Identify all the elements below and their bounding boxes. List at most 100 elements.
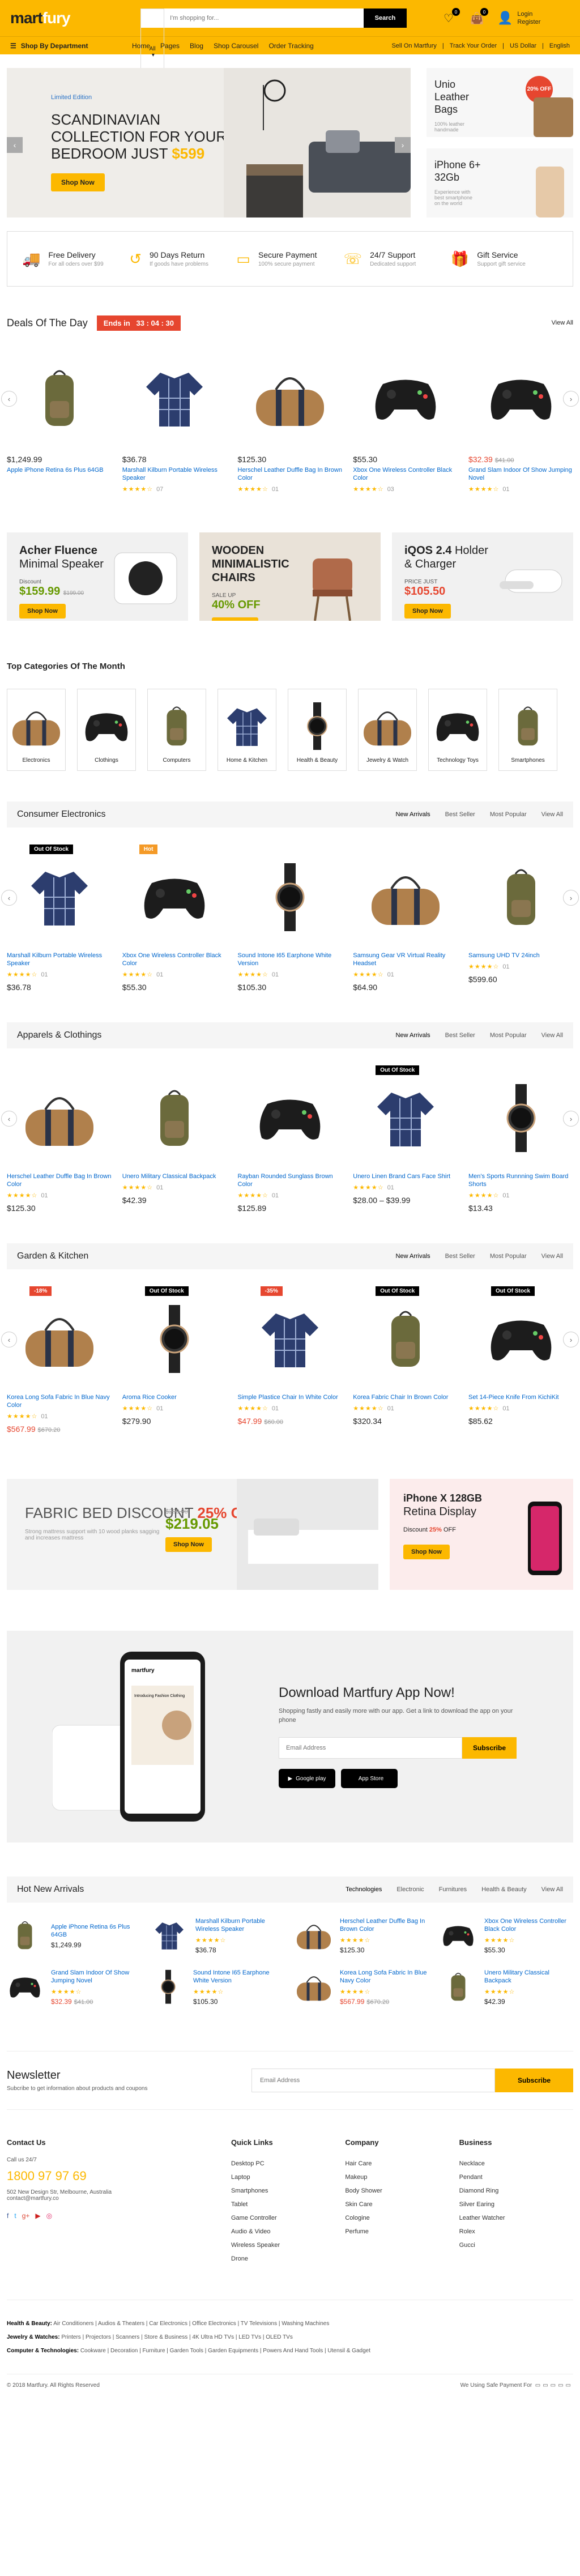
category-card[interactable]: Clothings: [77, 689, 136, 771]
product-thumbnail[interactable]: [296, 1969, 332, 2006]
footer-link[interactable]: Smartphones: [231, 2184, 345, 2198]
product-name[interactable]: Herschel Leather Duffle Bag In Brown Col…: [340, 1917, 429, 1933]
instagram-icon[interactable]: ◎: [46, 2212, 52, 2220]
product-card[interactable]: Hot Xbox One Wireless Controller Black Co…: [122, 845, 227, 992]
side-banner-iphone[interactable]: iPhone 6+ 32Gb Experience with best smar…: [427, 148, 573, 217]
product-name[interactable]: Grand Slam Indoor Of Show Jumping Novel: [468, 466, 573, 482]
product-card[interactable]: Herschel Leather Duffle Bag In Brown Col…: [7, 1065, 112, 1213]
footer-email[interactable]: contact@martfury.co: [7, 2195, 231, 2202]
category-card[interactable]: Computers: [147, 689, 206, 771]
facebook-icon[interactable]: f: [7, 2212, 8, 2220]
product-image[interactable]: [468, 346, 573, 450]
product-name[interactable]: Sound Intone I65 Earphone White Version: [193, 1969, 284, 1985]
carousel-prev-button[interactable]: ‹: [1, 1332, 17, 1347]
carousel-prev-button[interactable]: ‹: [1, 890, 17, 906]
nav-right-link[interactable]: Track Your Order: [450, 42, 497, 49]
register-link[interactable]: Register: [517, 18, 540, 26]
section-tab[interactable]: View All: [541, 1253, 563, 1260]
download-subscribe-button[interactable]: Subscribe: [462, 1737, 517, 1759]
carousel-next-button[interactable]: ›: [563, 391, 579, 407]
shop-by-department[interactable]: ☰ Shop By Department: [10, 42, 132, 50]
section-tab[interactable]: New Arrivals: [396, 1032, 430, 1039]
product-card[interactable]: $55.30 Xbox One Wireless Controller Black…: [353, 346, 458, 493]
footer-link[interactable]: Audio & Video: [231, 2225, 345, 2238]
deals-view-all[interactable]: View All: [552, 319, 573, 326]
nav-link[interactable]: Order Tracking: [268, 42, 313, 50]
product-card[interactable]: Unero Military Classical Backpack ★★★★☆ 01…: [122, 1065, 227, 1213]
bag-icon[interactable]: 👜 0: [469, 8, 488, 26]
product-name[interactable]: Aroma Rice Cooker: [122, 1393, 227, 1401]
product-image[interactable]: [238, 1065, 343, 1170]
promo-banner[interactable]: Acher Fluence Minimal Speaker Discount $15…: [7, 532, 188, 621]
product-thumbnail[interactable]: [151, 1969, 185, 2006]
nav-link[interactable]: Home: [132, 42, 150, 50]
product-name[interactable]: Unero Military Classical Backpack: [122, 1172, 227, 1180]
product-name[interactable]: Men's Sports Runnning Swim Board Shorts: [468, 1172, 573, 1188]
logo[interactable]: martfury: [10, 9, 140, 27]
product-name[interactable]: Xbox One Wireless Controller Black Color: [122, 952, 227, 967]
promo-banner[interactable]: WOODEN MINIMALISTIC CHAIRS SALE UP 40% OFF…: [199, 532, 381, 621]
search-input[interactable]: [164, 8, 364, 28]
section-tab[interactable]: Most Popular: [490, 811, 527, 818]
carousel-prev-button[interactable]: ‹: [1, 1111, 17, 1127]
section-tab[interactable]: View All: [541, 811, 563, 818]
product-name[interactable]: Simple Plastice Chair In White Color: [238, 1393, 343, 1401]
product-thumbnail[interactable]: [440, 1969, 476, 2006]
footer-link[interactable]: Diamond Ring: [459, 2184, 573, 2198]
app-store-button[interactable]: App Store: [341, 1769, 398, 1788]
product-name[interactable]: Marshall Kilburn Portable Wireless Speak…: [195, 1917, 284, 1933]
product-name[interactable]: Herschel Leather Duffle Bag In Brown Col…: [7, 1172, 112, 1188]
section-tab[interactable]: Most Popular: [490, 1032, 527, 1039]
product-thumbnail[interactable]: [7, 1918, 43, 1954]
product-card[interactable]: Out Of Stock Korea Fabric Chair In Brown …: [353, 1286, 458, 1434]
footer-link[interactable]: Makeup: [345, 2170, 459, 2184]
side-banner-bags[interactable]: Unio Leather Bags 100% leather handmade …: [427, 68, 573, 137]
product-image[interactable]: Out Of Stock: [7, 845, 112, 949]
footer-link[interactable]: Game Controller: [231, 2211, 345, 2225]
carousel-prev-button[interactable]: ‹: [1, 391, 17, 407]
product-image[interactable]: [122, 1065, 227, 1170]
section-tab[interactable]: Best Seller: [445, 811, 475, 818]
product-name[interactable]: Marshall Kilburn Portable Wireless Speak…: [122, 466, 227, 482]
footer-link[interactable]: Skin Care: [345, 2198, 459, 2211]
footer-link[interactable]: Rolex: [459, 2225, 573, 2238]
hot-product[interactable]: Apple iPhone Retina 6s Plus 64GB $1,249.9…: [7, 1917, 140, 1954]
heart-icon[interactable]: ♡ 0: [441, 8, 460, 26]
hero-shop-button[interactable]: Shop Now: [51, 173, 105, 191]
product-image[interactable]: -18%: [7, 1286, 112, 1391]
product-image[interactable]: -35%: [238, 1286, 343, 1391]
section-tab[interactable]: Best Seller: [445, 1253, 475, 1260]
footer-link[interactable]: Gucci: [459, 2238, 573, 2252]
iphone-x-banner[interactable]: iPhone X 128GB Retina Display Discount 2…: [390, 1479, 573, 1590]
product-name[interactable]: Samsung UHD TV 24inch: [468, 952, 573, 959]
product-thumbnail[interactable]: [7, 1969, 43, 2006]
hot-tab[interactable]: Furnitures: [439, 1886, 467, 1893]
slider-next-button[interactable]: ›: [395, 137, 411, 153]
download-email-input[interactable]: [279, 1737, 462, 1759]
category-card[interactable]: Health & Beauty: [288, 689, 347, 771]
hot-tab[interactable]: Electronic: [396, 1886, 424, 1893]
product-image[interactable]: [7, 1065, 112, 1170]
carousel-next-button[interactable]: ›: [563, 1111, 579, 1127]
product-card[interactable]: Out Of Stock Set 14-Piece Knife From Kich…: [468, 1286, 573, 1434]
product-image[interactable]: Out Of Stock: [122, 1286, 227, 1391]
product-thumbnail[interactable]: [296, 1918, 332, 1954]
product-name[interactable]: Set 14-Piece Knife From KichiKit: [468, 1393, 573, 1401]
promo-shop-button[interactable]: Shop Now: [404, 604, 451, 619]
hot-product[interactable]: Herschel Leather Duffle Bag In Brown Col…: [296, 1917, 429, 1954]
product-card[interactable]: Out Of Stock Unero Linen Brand Cars Face …: [353, 1065, 458, 1213]
login-link[interactable]: Login: [517, 10, 540, 18]
carousel-next-button[interactable]: ›: [563, 1332, 579, 1347]
product-name[interactable]: Herschel Leather Duffle Bag In Brown Col…: [238, 466, 343, 482]
promo-banner[interactable]: iQOS 2.4 Holder & Charger PRICE JUST $105.…: [392, 532, 573, 621]
hot-tab[interactable]: Health & Beauty: [481, 1886, 527, 1893]
product-card[interactable]: Men's Sports Runnning Swim Board Shorts ★…: [468, 1065, 573, 1213]
footer-link[interactable]: Hair Care: [345, 2157, 459, 2170]
category-card[interactable]: Technology Toys: [428, 689, 487, 771]
footer-link[interactable]: Laptop: [231, 2170, 345, 2184]
product-name[interactable]: Samsung Gear VR Virtual Reality Headset: [353, 952, 458, 967]
footer-link[interactable]: Cologine: [345, 2211, 459, 2225]
hot-product[interactable]: Marshall Kilburn Portable Wireless Speak…: [151, 1917, 284, 1954]
hot-product[interactable]: Grand Slam Indoor Of Show Jumping Novel ★…: [7, 1969, 140, 2006]
category-card[interactable]: Home & Kitchen: [218, 689, 276, 771]
